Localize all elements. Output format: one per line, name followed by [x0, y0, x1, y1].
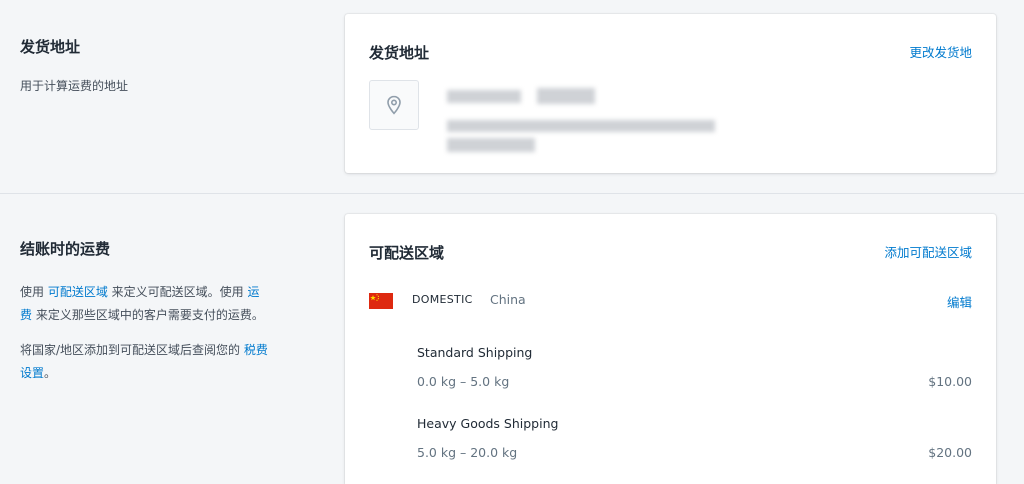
shipping-zones-card: 可配送区域 添加可配送区域 DOMESTIC China 编辑 Standard… — [345, 214, 996, 484]
edit-zone-link[interactable]: 编辑 — [947, 292, 972, 311]
redacted-address-line — [447, 120, 715, 132]
rates-aside: 结账时的运费 使用 可配送区域 来定义可配送区域。使用 运费 来定义那些区域中的… — [20, 238, 290, 385]
origin-aside: 发货地址 用于计算运费的地址 — [20, 36, 290, 98]
rate-weight-range: 0.0 kg – 5.0 kg — [417, 374, 510, 389]
rate-name: Standard Shipping — [417, 345, 533, 360]
redacted-address-name — [447, 90, 521, 103]
redacted-address-name-2 — [537, 88, 595, 104]
origin-aside-title: 发货地址 — [20, 38, 81, 56]
add-zone-link[interactable]: 添加可配送区域 — [884, 242, 972, 261]
rates-aside-title: 结账时的运费 — [20, 240, 111, 258]
checkout-rates-section: 结账时的运费 使用 可配送区域 来定义可配送区域。使用 运费 来定义那些区域中的… — [0, 193, 1024, 484]
rates-text: 使用 — [20, 285, 48, 299]
rate-weight-range: 5.0 kg – 20.0 kg — [417, 445, 518, 460]
origin-card-title: 发货地址 — [369, 44, 430, 62]
rates-aside-paragraph-1: 使用 可配送区域 来定义可配送区域。使用 运费 来定义那些区域中的客户需要支付的… — [20, 281, 270, 327]
origin-aside-description: 用于计算运费的地址 — [20, 79, 129, 93]
rate-price: $20.00 — [928, 445, 972, 460]
rates-aside-paragraph-2: 将国家/地区添加到可配送区域后查阅您的 税费设置。 — [20, 339, 270, 385]
zone-name: DOMESTIC — [412, 293, 473, 306]
rates-text: 来定义可配送区域。使用 — [107, 285, 248, 299]
rates-text: 来定义那些区域中的客户需要支付的运费。 — [32, 308, 264, 322]
zones-card-title: 可配送区域 — [369, 244, 445, 262]
rates-text: 。 — [44, 366, 57, 380]
china-flag-icon — [369, 293, 393, 309]
rate-price: $10.00 — [928, 374, 972, 389]
rates-text: 将国家/地区添加到可配送区域后查阅您的 — [20, 343, 244, 357]
change-origin-link[interactable]: 更改发货地 — [909, 42, 972, 61]
shipping-origin-section: 发货地址 用于计算运费的地址 发货地址 更改发货地 — [0, 0, 1024, 193]
shipping-zones-link[interactable]: 可配送区域 — [48, 285, 108, 299]
zone-country: China — [490, 292, 526, 307]
location-pin-icon — [369, 80, 419, 130]
origin-address-card: 发货地址 更改发货地 — [345, 14, 996, 173]
redacted-address-line-2 — [447, 138, 535, 152]
rate-name: Heavy Goods Shipping — [417, 416, 559, 431]
